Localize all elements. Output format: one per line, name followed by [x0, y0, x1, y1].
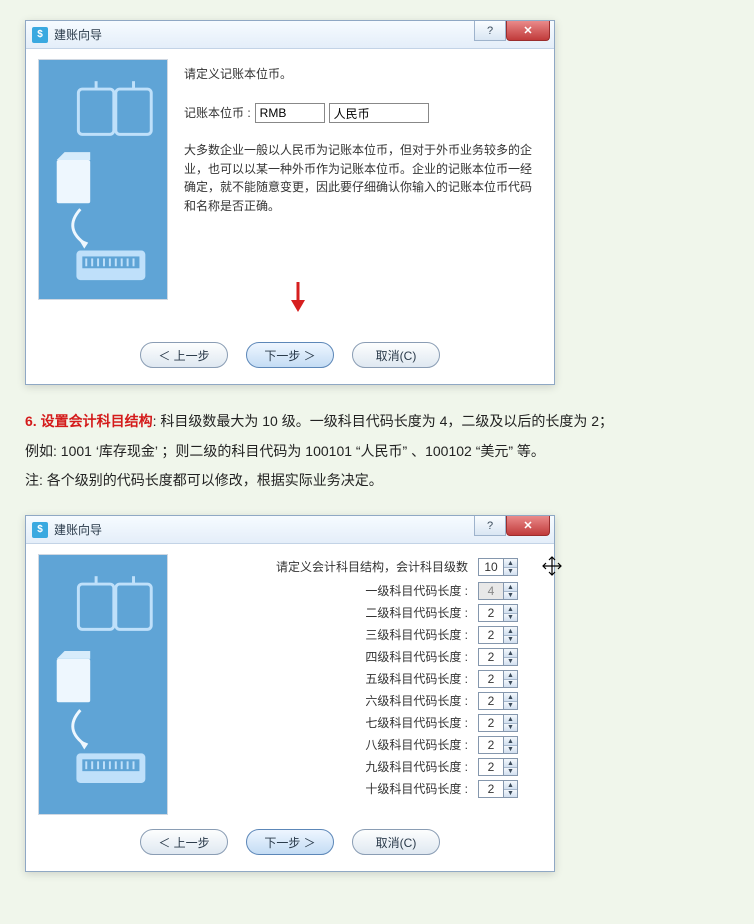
close-button[interactable]: ✕ — [506, 21, 550, 41]
spin-up-icon[interactable]: ▲ — [504, 737, 517, 745]
level-label: 九级科目代码长度 : — [214, 758, 474, 776]
step-description: 大多数企业一般以人民币为记账本位币，但对于外币业务较多的企业，也可以以某一种外币… — [184, 141, 532, 215]
spin-up-icon[interactable]: ▲ — [504, 671, 517, 679]
level-row: 八级科目代码长度 :2▲▼ — [184, 734, 532, 756]
app-icon: $ — [32, 522, 48, 538]
spin-up-icon[interactable]: ▲ — [504, 715, 517, 723]
attention-arrow — [26, 298, 554, 326]
cancel-button[interactable]: 取消(C) — [352, 829, 440, 855]
spin-down-icon[interactable]: ▼ — [504, 679, 517, 688]
level-1-spinner: 4▲▼ — [478, 582, 518, 600]
window-title: 建账向导 — [54, 26, 102, 43]
level-7-spinner[interactable]: 2▲▼ — [478, 714, 518, 732]
currency-code-input[interactable] — [255, 103, 325, 123]
spin-up-icon[interactable]: ▲ — [504, 649, 517, 657]
level-label: 二级科目代码长度 : — [214, 604, 474, 622]
level-label: 三级科目代码长度 : — [214, 626, 474, 644]
spin-up-icon[interactable]: ▲ — [504, 759, 517, 767]
spin-down-icon[interactable]: ▼ — [504, 745, 517, 754]
level-count-label: 请定义会计科目结构，会计科目级数 — [276, 558, 474, 576]
spin-up-icon[interactable]: ▲ — [504, 781, 517, 789]
level-label: 一级科目代码长度 : — [214, 582, 474, 600]
spin-down-icon[interactable]: ▼ — [504, 613, 517, 622]
level-count-spinner[interactable]: 10 ▲▼ — [478, 558, 518, 576]
level-row: 九级科目代码长度 :2▲▼ — [184, 756, 532, 778]
move-cursor-icon — [541, 555, 563, 583]
instruction-text: 6. 设置会计科目结构: 科目级数最大为 10 级。一级科目代码长度为 4，二级… — [25, 407, 725, 495]
spin-down-icon[interactable]: ▼ — [504, 723, 517, 732]
level-row: 七级科目代码长度 :2▲▼ — [184, 712, 532, 734]
level-row: 十级科目代码长度 :2▲▼ — [184, 778, 532, 800]
level-9-spinner[interactable]: 2▲▼ — [478, 758, 518, 776]
wizard-dialog-currency: $ 建账向导 ? ✕ — [25, 20, 555, 385]
spin-down-icon[interactable]: ▼ — [504, 701, 517, 710]
wizard-illustration — [38, 554, 168, 815]
help-button[interactable]: ? — [474, 516, 506, 536]
step-heading: 请定义记账本位币。 — [184, 65, 532, 83]
wizard-illustration — [38, 59, 168, 300]
spin-up-icon[interactable]: ▲ — [504, 605, 517, 613]
spin-up-icon[interactable]: ▲ — [504, 583, 517, 591]
level-row: 四级科目代码长度 :2▲▼ — [184, 646, 532, 668]
spin-down-icon[interactable]: ▼ — [504, 591, 517, 600]
level-row: 一级科目代码长度 :4▲▼ — [184, 580, 532, 602]
titlebar[interactable]: $ 建账向导 ? ✕ — [26, 516, 554, 544]
currency-name-input[interactable] — [329, 103, 429, 123]
next-button[interactable]: 下一步 ＞ — [246, 829, 334, 855]
level-label: 四级科目代码长度 : — [214, 648, 474, 666]
close-button[interactable]: ✕ — [506, 516, 550, 536]
app-icon: $ — [32, 27, 48, 43]
spin-up-icon[interactable]: ▲ — [504, 627, 517, 635]
level-10-spinner[interactable]: 2▲▼ — [478, 780, 518, 798]
level-row: 二级科目代码长度 :2▲▼ — [184, 602, 532, 624]
level-label: 七级科目代码长度 : — [214, 714, 474, 732]
level-4-spinner[interactable]: 2▲▼ — [478, 648, 518, 666]
titlebar[interactable]: $ 建账向导 ? ✕ — [26, 21, 554, 49]
level-label: 八级科目代码长度 : — [214, 736, 474, 754]
level-2-spinner[interactable]: 2▲▼ — [478, 604, 518, 622]
window-title: 建账向导 — [54, 521, 102, 538]
level-5-spinner[interactable]: 2▲▼ — [478, 670, 518, 688]
next-button[interactable]: 下一步 ＞ — [246, 342, 334, 368]
back-button[interactable]: ＜ 上一步 — [140, 342, 228, 368]
currency-label: 记账本位币 : — [184, 104, 251, 122]
spin-down-icon[interactable]: ▼ — [504, 567, 517, 576]
help-button[interactable]: ? — [474, 21, 506, 41]
back-button[interactable]: ＜ 上一步 — [140, 829, 228, 855]
step-number-title: 6. 设置会计科目结构 — [25, 413, 153, 429]
level-8-spinner[interactable]: 2▲▼ — [478, 736, 518, 754]
level-row: 六级科目代码长度 :2▲▼ — [184, 690, 532, 712]
cancel-button[interactable]: 取消(C) — [352, 342, 440, 368]
level-row: 五级科目代码长度 :2▲▼ — [184, 668, 532, 690]
level-6-spinner[interactable]: 2▲▼ — [478, 692, 518, 710]
spin-down-icon[interactable]: ▼ — [504, 767, 517, 776]
spin-down-icon[interactable]: ▼ — [504, 635, 517, 644]
wizard-dialog-structure: $ 建账向导 ? ✕ — [25, 515, 555, 872]
level-label: 六级科目代码长度 : — [214, 692, 474, 710]
level-row: 三级科目代码长度 :2▲▼ — [184, 624, 532, 646]
level-label: 十级科目代码长度 : — [214, 780, 474, 798]
spin-up-icon[interactable]: ▲ — [504, 559, 517, 567]
level-3-spinner[interactable]: 2▲▼ — [478, 626, 518, 644]
spin-down-icon[interactable]: ▼ — [504, 657, 517, 666]
level-label: 五级科目代码长度 : — [214, 670, 474, 688]
spin-up-icon[interactable]: ▲ — [504, 693, 517, 701]
spin-down-icon[interactable]: ▼ — [504, 789, 517, 798]
